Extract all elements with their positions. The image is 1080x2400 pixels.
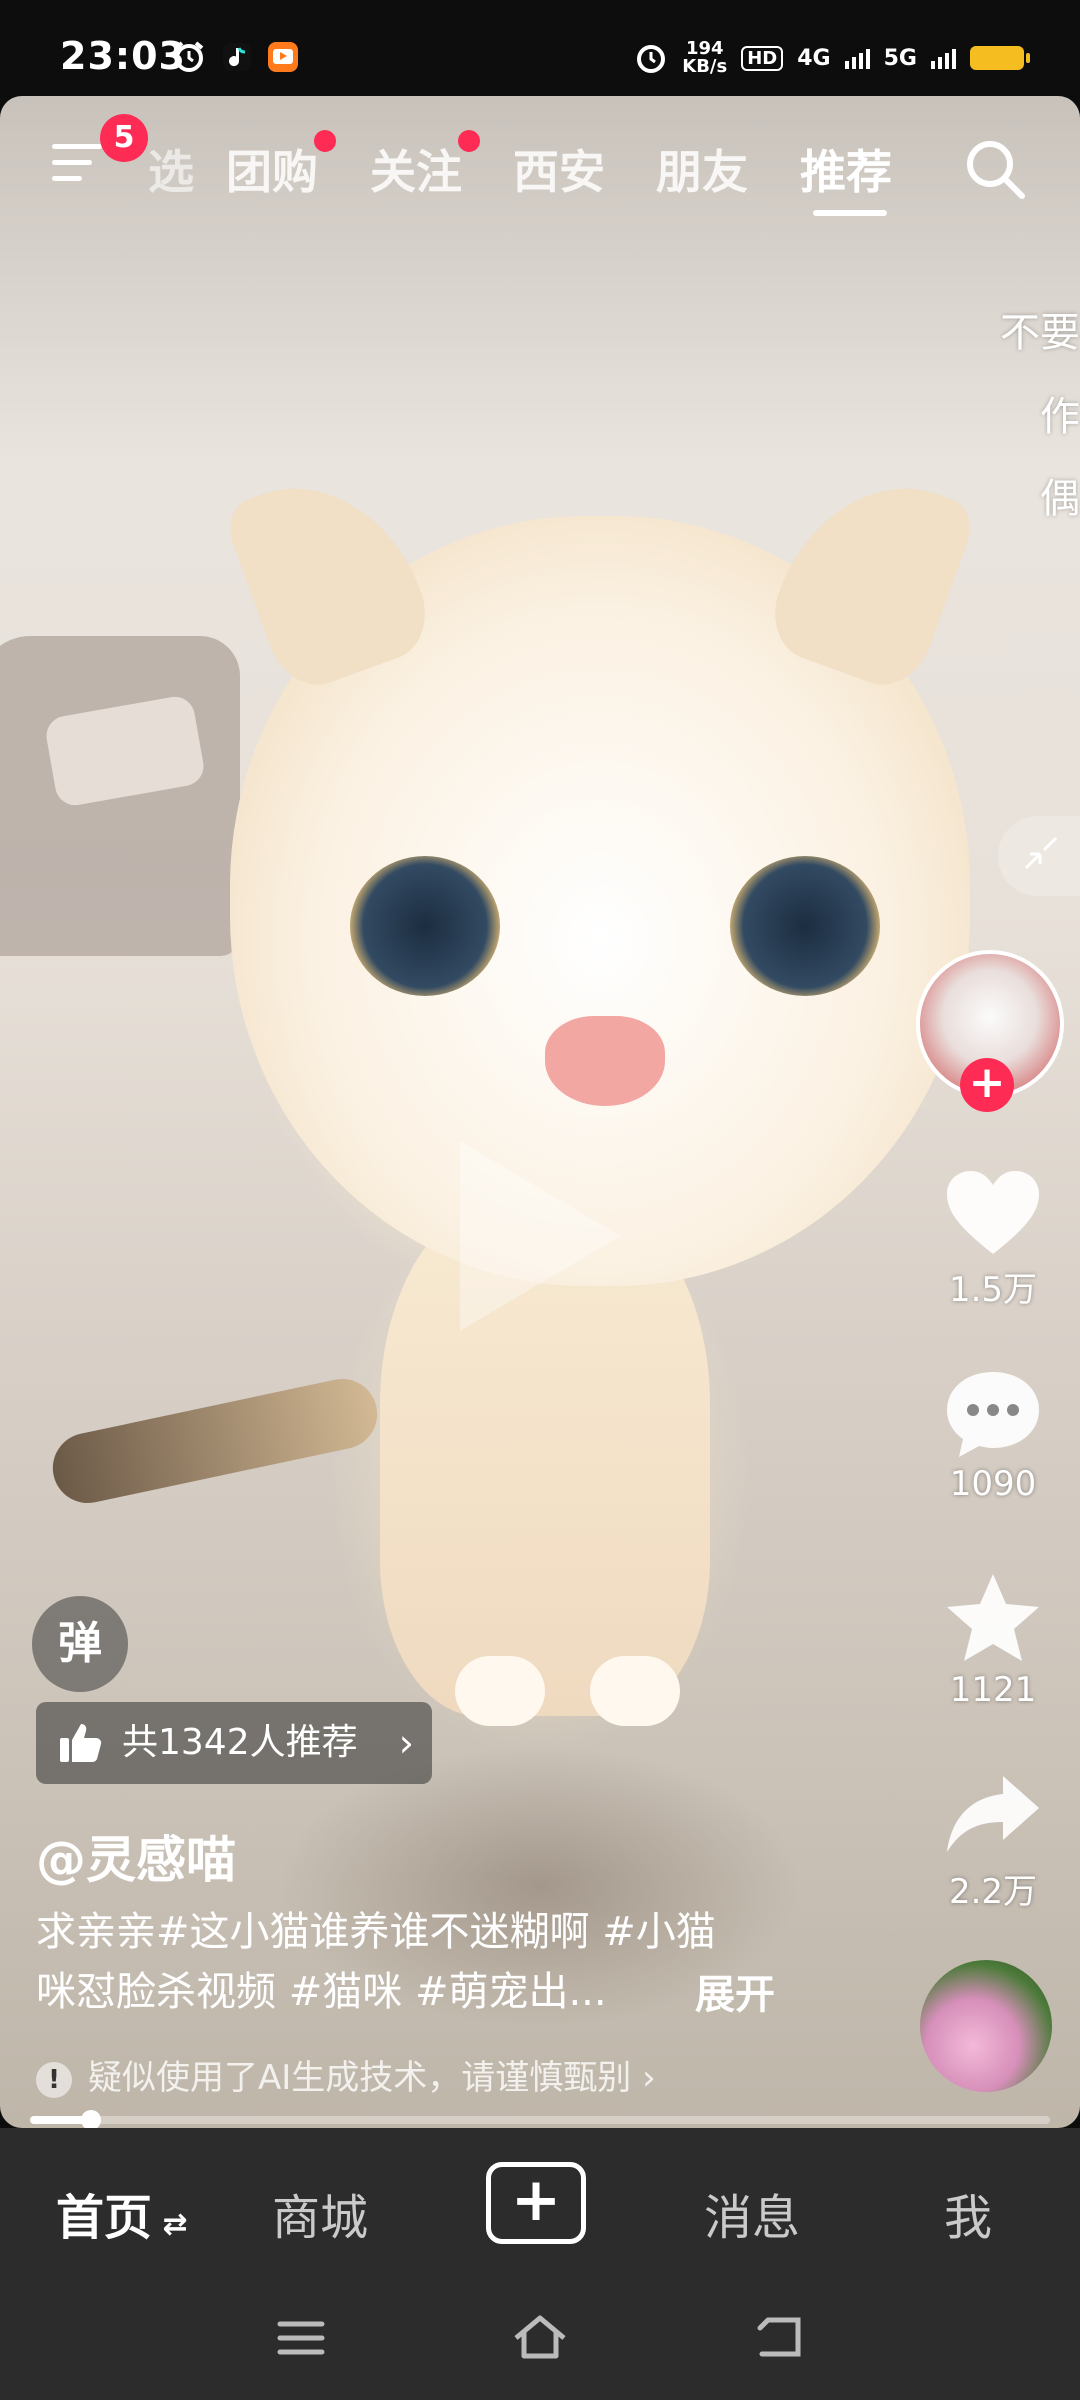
collapse-icon[interactable] xyxy=(998,816,1080,896)
overlay-fragment: 不要 xyxy=(1000,310,1080,356)
cat-paw xyxy=(590,1656,680,1726)
cat-tail xyxy=(46,1372,384,1510)
heart-icon xyxy=(947,1171,1039,1254)
tab-xian[interactable]: 西安 xyxy=(513,136,605,202)
background-sofa xyxy=(0,636,240,956)
nav-messages[interactable]: 消息 xyxy=(704,2178,800,2248)
swap-icon: ⇄ xyxy=(152,2207,188,2242)
tab-selected[interactable]: 选 xyxy=(148,136,194,202)
caption-line: 咪怼脸杀视频 #猫咪 #萌宠出... xyxy=(36,1969,607,2015)
system-nav-bar xyxy=(0,2286,1080,2400)
tab-friends[interactable]: 朋友 xyxy=(656,136,748,202)
music-disc[interactable] xyxy=(920,1960,1052,2092)
alarm-icon xyxy=(637,45,666,73)
video-caption[interactable]: 求亲亲#这小猫谁养谁不迷糊啊 #小猫 咪怼脸杀视频 #猫咪 #萌宠出... xyxy=(36,1902,796,2022)
danmaku-button[interactable]: 弹 xyxy=(32,1596,128,1692)
ai-notice[interactable]: ! 疑似使用了AI生成技术，请谨慎甄别 › xyxy=(36,2050,656,2099)
nav-me[interactable]: 我 xyxy=(944,2178,992,2248)
status-right-group: 194 KB/s HD 4G 5G xyxy=(634,38,1030,78)
menu-icon[interactable] xyxy=(52,144,102,184)
comment-icon xyxy=(947,1372,1039,1457)
overlay-fragment: 作 xyxy=(1040,394,1080,440)
notification-dot xyxy=(314,130,336,152)
comment-button[interactable]: 1090 xyxy=(918,1368,1068,1504)
signal-icon xyxy=(931,47,956,69)
star-icon xyxy=(947,1574,1039,1661)
battery-icon xyxy=(970,46,1030,70)
video-progress-bar[interactable] xyxy=(30,2110,1050,2130)
recommend-banner[interactable]: 共1342人推荐 › xyxy=(36,1702,432,1784)
caption-line: 求亲亲#这小猫谁养谁不迷糊啊 #小猫 xyxy=(36,1909,716,1955)
play-icon[interactable] xyxy=(460,1141,620,1331)
cat-paw xyxy=(455,1656,545,1726)
like-button[interactable]: 1.5万 xyxy=(918,1168,1068,1311)
create-button[interactable]: + xyxy=(486,2162,586,2244)
comment-count: 1090 xyxy=(949,1464,1037,1504)
tab-following[interactable]: 关注 xyxy=(370,130,480,202)
expand-button[interactable]: 展开 xyxy=(695,1962,775,2020)
status-bar: 23:03 194 KB/s HD 4G 5G xyxy=(0,0,1080,96)
network-speed: 194 KB/s xyxy=(682,40,727,76)
alarm-icon xyxy=(174,41,204,72)
chevron-right-icon: › xyxy=(398,1721,414,1765)
signal-icon xyxy=(844,47,870,69)
share-count: 2.2万 xyxy=(948,1872,1038,1912)
hd-badge: HD xyxy=(741,45,784,71)
overlay-fragment: 偶 xyxy=(1040,476,1080,522)
info-icon: ! xyxy=(36,2061,72,2098)
active-tab-indicator xyxy=(813,210,887,216)
nav-home[interactable]: 首页 ⇄ xyxy=(56,2178,188,2248)
like-count: 1.5万 xyxy=(948,1270,1038,1310)
video-app-icon xyxy=(268,42,298,72)
bottom-nav: 首页 ⇄ 商城 + 消息 我 xyxy=(0,2128,1080,2286)
network-4g: 4G xyxy=(797,45,831,71)
share-icon xyxy=(947,1776,1039,1852)
music-app-icon xyxy=(223,43,251,71)
status-time: 23:03 xyxy=(60,34,186,78)
network-5g: 5G xyxy=(883,45,917,71)
follow-button[interactable]: + xyxy=(960,1058,1014,1112)
author-name[interactable]: @灵感喵 xyxy=(36,1820,236,1892)
thumbs-up-icon xyxy=(60,1724,102,1762)
notification-dot xyxy=(458,130,480,152)
network-speed-unit: KB/s xyxy=(682,56,728,77)
search-icon[interactable] xyxy=(962,136,1028,202)
menu-badge: 5 xyxy=(100,114,148,162)
chevron-right-icon: › xyxy=(631,2058,656,2098)
favorite-button[interactable]: 1121 xyxy=(918,1570,1068,1710)
back-icon[interactable] xyxy=(754,2314,806,2360)
recommend-text: 共1342人推荐 xyxy=(122,1722,358,1763)
recent-apps-icon[interactable] xyxy=(276,2316,326,2360)
top-nav: 5 选 团购 关注 西安 朋友 推荐 xyxy=(0,106,1080,226)
ai-notice-text: 疑似使用了AI生成技术，请谨慎甄别 xyxy=(88,2058,632,2098)
nav-mall[interactable]: 商城 xyxy=(272,2178,368,2248)
tab-group-buy[interactable]: 团购 xyxy=(226,130,336,202)
tab-recommend[interactable]: 推荐 xyxy=(800,136,892,202)
share-button[interactable]: 2.2万 xyxy=(918,1770,1068,1913)
favorite-count: 1121 xyxy=(949,1670,1037,1710)
home-icon[interactable] xyxy=(510,2312,570,2362)
